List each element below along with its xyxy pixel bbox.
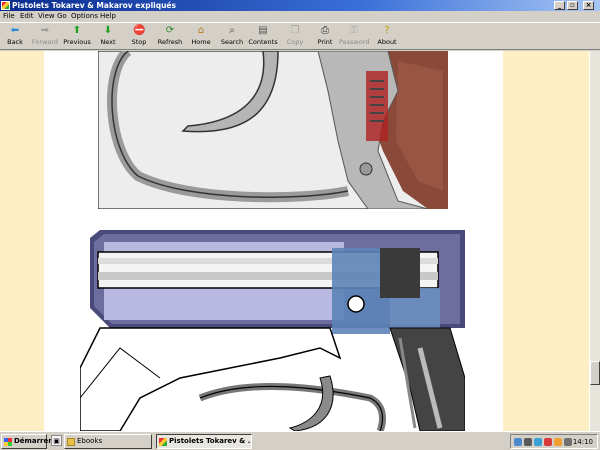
volume-icon[interactable] xyxy=(524,438,532,446)
previous-button[interactable]: ⬆ Previous xyxy=(62,25,92,51)
quick-launch-icon[interactable]: ▣ xyxy=(51,435,62,446)
copy-button[interactable]: ❐ Copy xyxy=(280,25,310,51)
menu-view[interactable]: View xyxy=(38,12,55,20)
display-icon[interactable] xyxy=(564,438,572,446)
password-icon: ⚿ xyxy=(350,25,358,36)
stop-button[interactable]: ⛔ Stop xyxy=(124,25,154,51)
start-button[interactable]: Démarrer xyxy=(1,434,52,449)
search-label: Search xyxy=(220,38,244,46)
print-label: Print xyxy=(317,38,333,46)
network-icon[interactable] xyxy=(514,438,522,446)
forward-button[interactable]: ➡ Forward xyxy=(30,25,60,51)
clock[interactable]: 14:10 xyxy=(573,438,593,446)
copy-label: Copy xyxy=(286,38,304,46)
about-button[interactable]: ? About xyxy=(372,25,402,51)
search-icon: ⌕ xyxy=(229,25,235,36)
back-arrow-icon: ⬅ xyxy=(10,25,20,36)
task-pistolets-label: Pistolets Tokarev & ... xyxy=(169,437,252,445)
print-button[interactable]: ⎙ Print xyxy=(310,25,340,51)
stop-icon: ⛔ xyxy=(133,25,146,36)
forward-label: Forward xyxy=(31,38,59,46)
up-arrow-icon: ⬆ xyxy=(72,25,82,36)
back-label: Back xyxy=(7,38,23,46)
copy-icon: ❐ xyxy=(290,25,300,36)
about-label: About xyxy=(377,38,397,46)
task-pistolets[interactable]: Pistolets Tokarev & ... xyxy=(156,434,252,449)
page-margin-left xyxy=(0,51,44,431)
menu-go[interactable]: Go xyxy=(57,12,67,20)
trigger-guard-photo xyxy=(98,51,448,209)
down-arrow-icon: ⬇ xyxy=(103,25,113,36)
tray-app-icon[interactable] xyxy=(554,438,562,446)
menu-help[interactable]: Help xyxy=(100,12,116,20)
back-button[interactable]: ⬅ Back xyxy=(0,25,30,51)
refresh-button[interactable]: ⟳ Refresh xyxy=(155,25,185,51)
title-bar[interactable]: Pistolets Tokarev & Makarov expliqués _ … xyxy=(0,0,600,11)
task-ebooks[interactable]: Ebooks xyxy=(64,434,152,449)
windows-logo-icon xyxy=(4,438,12,446)
menu-edit[interactable]: Edit xyxy=(20,12,34,20)
start-label: Démarrer xyxy=(14,437,52,445)
update-icon[interactable] xyxy=(534,438,542,446)
home-button[interactable]: ⌂ Home xyxy=(186,25,216,51)
minimize-button[interactable]: _ xyxy=(554,1,565,10)
pistol-cutaway-diagram xyxy=(80,230,465,431)
password-button[interactable]: ⚿ Password xyxy=(339,25,369,51)
toolbar: ⬅ Back ➡ Forward ⬆ Previous ⬇ Next ⛔ Sto… xyxy=(0,22,600,50)
previous-label: Previous xyxy=(63,38,91,46)
stop-label: Stop xyxy=(131,38,147,46)
app-window: Pistolets Tokarev & Makarov expliqués _ … xyxy=(0,0,600,431)
scrollbar-thumb[interactable] xyxy=(590,361,600,385)
app-icon xyxy=(1,1,10,10)
home-label: Home xyxy=(191,38,211,46)
menu-file[interactable]: File xyxy=(3,12,15,20)
vertical-scrollbar[interactable] xyxy=(589,51,600,431)
next-label: Next xyxy=(100,38,116,46)
menu-bar: File Edit View Go Options Help xyxy=(0,11,600,22)
refresh-label: Refresh xyxy=(157,38,183,46)
taskbar: Démarrer ▣ Ebooks Pistolets Tokarev & ..… xyxy=(0,431,600,450)
page-margin-right xyxy=(503,51,589,431)
password-label: Password xyxy=(339,38,370,46)
home-icon: ⌂ xyxy=(197,25,205,36)
about-icon: ? xyxy=(384,25,390,36)
print-icon: ⎙ xyxy=(321,25,329,36)
system-tray: 14:10 xyxy=(510,434,598,449)
app-icon xyxy=(159,438,167,446)
forward-arrow-icon: ➡ xyxy=(40,25,50,36)
folder-icon xyxy=(67,438,75,446)
contents-icon: ▤ xyxy=(258,25,268,36)
close-button[interactable]: × xyxy=(583,1,594,10)
document-view[interactable] xyxy=(0,51,589,431)
contents-button[interactable]: ▤ Contents xyxy=(248,25,278,51)
maximize-button[interactable]: ▫ xyxy=(567,1,578,10)
contents-label: Contents xyxy=(248,38,278,46)
window-title: Pistolets Tokarev & Makarov expliqués xyxy=(12,1,176,10)
antivirus-icon[interactable] xyxy=(544,438,552,446)
refresh-icon: ⟳ xyxy=(165,25,175,36)
search-button[interactable]: ⌕ Search xyxy=(217,25,247,51)
next-button[interactable]: ⬇ Next xyxy=(93,25,123,51)
menu-options[interactable]: Options xyxy=(71,12,98,20)
task-ebooks-label: Ebooks xyxy=(77,437,103,445)
